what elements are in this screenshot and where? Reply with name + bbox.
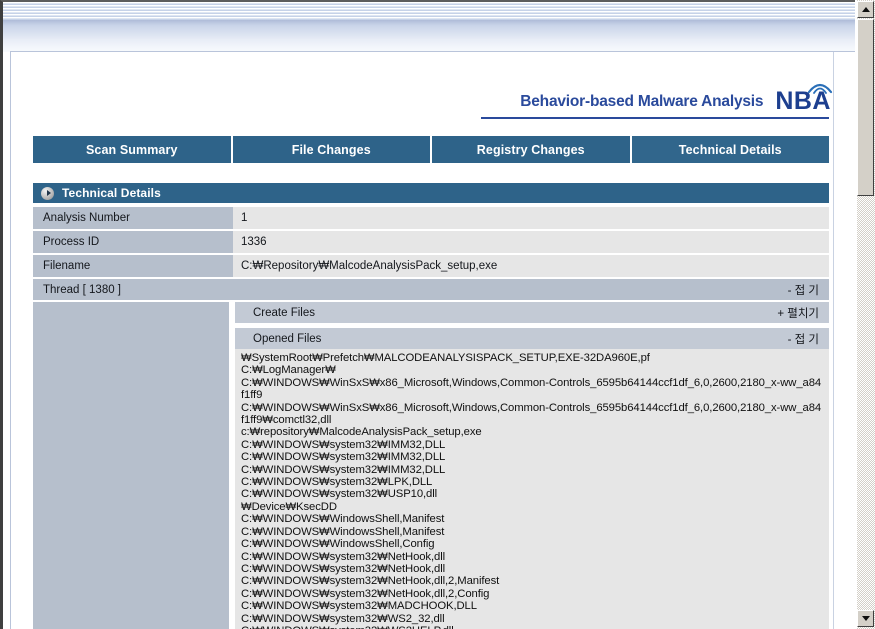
- thread-collapse-link[interactable]: - 접 기: [788, 282, 819, 298]
- tab-scan-summary[interactable]: Scan Summary: [33, 136, 233, 163]
- list-item: C:₩WINDOWS₩system32₩WS2HELP,dll: [241, 625, 823, 629]
- row-value-filename: C:₩Repository₩MalcodeAnalysisPack_setup,…: [233, 255, 829, 277]
- scroll-up-button[interactable]: [857, 1, 874, 18]
- list-item: C:₩WINDOWS₩system32₩NetHook,dll,2,Config: [241, 587, 490, 600]
- list-item: C:₩WINDOWS₩system32₩NetHook,dll: [241, 562, 446, 575]
- list-item: C:₩WINDOWS₩WinSxS₩x86_Microsoft,Windows,…: [241, 401, 822, 427]
- browser-toolbar-band: [3, 2, 855, 40]
- row-label-analysis-number: Analysis Number: [33, 207, 233, 229]
- brand-tagline: Behavior-based Malware Analysis: [520, 93, 764, 110]
- list-item: ₩SystemRoot₩Prefetch₩MALCODEANALYSISPACK…: [241, 352, 650, 364]
- play-circle-icon: [41, 186, 54, 200]
- list-item: c:₩repository₩MalcodeAnalysisPack_setup,…: [241, 426, 482, 439]
- page-right-edge: [833, 52, 834, 629]
- list-item: C:₩WINDOWS₩system32₩LPK,DLL: [241, 476, 433, 489]
- scroll-up-arrow-icon: [861, 7, 870, 12]
- table-row: Filename C:₩Repository₩MalcodeAnalysisPa…: [33, 255, 829, 277]
- thread-body: Create Files + 펼치기 Opened Files - 접 기 ₩S…: [33, 302, 829, 629]
- list-item: C:₩WINDOWS₩system32₩IMM32,DLL: [241, 463, 446, 476]
- list-item: C:₩WINDOWS₩system32₩IMM32,DLL: [241, 438, 446, 451]
- section-title: Technical Details: [62, 186, 161, 200]
- row-value-analysis-number: 1: [233, 207, 829, 229]
- row-value-process-id: 1336: [233, 231, 829, 253]
- signal-arc-icon: [807, 83, 833, 94]
- list-item: C:₩WINDOWS₩system32₩IMM32,DLL: [241, 451, 446, 464]
- list-item: C:₩WINDOWS₩system32₩NetHook,dll,2,Manife…: [241, 575, 500, 588]
- technical-details-table: Analysis Number 1 Process ID 1336 Filena…: [33, 207, 829, 279]
- scrollbar-thumb[interactable]: [857, 19, 874, 196]
- group-collapse-link-opened-files[interactable]: - 접 기: [788, 331, 819, 347]
- list-item: C:₩WINDOWS₩system32₩NetHook,dll: [241, 550, 446, 563]
- row-label-filename: Filename: [33, 255, 233, 277]
- group-label-create-files: Create Files: [253, 306, 315, 319]
- opened-files-list: ₩SystemRoot₩Prefetch₩MALCODEANALYSISPACK…: [235, 349, 829, 629]
- group-expand-link-create-files[interactable]: + 펼치기: [777, 305, 819, 321]
- thread-content: Create Files + 펼치기 Opened Files - 접 기 ₩S…: [235, 302, 829, 629]
- table-row: Process ID 1336: [33, 231, 829, 253]
- list-item: ₩Device₩KsecDD: [241, 500, 337, 513]
- application-window: Behavior-based Malware Analysis NBA Scan…: [0, 0, 875, 629]
- window-scrollbar[interactable]: [855, 0, 875, 629]
- list-item: C:₩WINDOWS₩system32₩MADCHOOK,DLL: [241, 600, 477, 613]
- list-item: C:₩WINDOWS₩WindowsShell,Config: [241, 538, 435, 551]
- group-opened-files[interactable]: Opened Files - 접 기: [235, 328, 829, 349]
- document-page: Behavior-based Malware Analysis NBA Scan…: [10, 51, 856, 629]
- thread-section-toggle[interactable]: Thread [ 1380 ] - 접 기: [33, 279, 829, 300]
- thread-label: Thread [ 1380 ]: [43, 283, 121, 296]
- group-label-opened-files: Opened Files: [253, 332, 322, 345]
- tab-technical-details[interactable]: Technical Details: [631, 136, 829, 163]
- list-item: C:₩WINDOWS₩system32₩WS2_32,dll: [241, 612, 445, 625]
- tab-bar: Scan Summary File Changes Registry Chang…: [33, 136, 829, 163]
- list-item: C:₩WINDOWS₩WinSxS₩x86_Microsoft,Windows,…: [241, 376, 822, 402]
- section-header: Technical Details: [33, 183, 829, 203]
- brand-underline: [481, 117, 829, 119]
- brand-header: Behavior-based Malware Analysis NBA: [481, 71, 833, 115]
- list-item: C:₩WINDOWS₩WindowsShell,Manifest: [241, 525, 445, 538]
- list-item: C:₩LogManager₩: [241, 364, 336, 377]
- list-item: C:₩WINDOWS₩WindowsShell,Manifest: [241, 513, 445, 526]
- table-row: Analysis Number 1: [33, 207, 829, 229]
- tab-registry-changes[interactable]: Registry Changes: [432, 136, 632, 163]
- row-label-process-id: Process ID: [33, 231, 233, 253]
- group-create-files[interactable]: Create Files + 펼치기: [235, 302, 829, 323]
- scroll-down-arrow-icon: [861, 616, 870, 621]
- tab-file-changes[interactable]: File Changes: [232, 136, 432, 163]
- scroll-down-button[interactable]: [857, 610, 874, 627]
- thread-gutter: [33, 302, 229, 629]
- list-item: C:₩WINDOWS₩system32₩USP10,dll: [241, 488, 438, 501]
- brand-logo: NBA: [775, 83, 833, 115]
